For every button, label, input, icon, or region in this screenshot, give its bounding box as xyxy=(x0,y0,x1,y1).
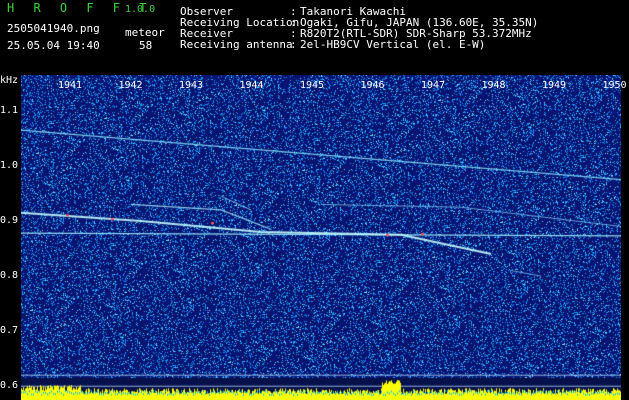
x-tick-label: 1950 xyxy=(602,80,627,91)
app-version: 1.0.0 xyxy=(125,4,156,15)
meteor-label: meteor xyxy=(125,26,165,39)
info-value-antenna: 2el-HB9CV Vertical (el. E-W) xyxy=(300,38,486,51)
x-tick-label: 1943 xyxy=(179,80,204,91)
y-tick-label: 1.0 xyxy=(0,159,19,171)
x-tick-label: 1944 xyxy=(239,80,264,91)
x-tick-label: 1946 xyxy=(360,80,385,91)
x-tick-label: 1949 xyxy=(542,80,567,91)
spectrogram-canvas xyxy=(21,75,621,400)
file-name: 2505041940.png xyxy=(7,22,100,35)
x-tick-label: 1945 xyxy=(300,80,325,91)
separator: : xyxy=(290,38,297,51)
x-tick-label: 1948 xyxy=(481,80,506,91)
y-tick-label: 0.7 xyxy=(0,325,19,337)
y-tick-label: 1.1 xyxy=(0,104,19,116)
x-tick-label: 1941 xyxy=(58,80,83,91)
hroft-screen: H R O F F T 1.0.0 2505041940.png meteor … xyxy=(0,0,629,400)
y-tick-label: 0.8 xyxy=(0,270,19,282)
x-tick-label: 1947 xyxy=(421,80,446,91)
date-time: 25.05.04 19:40 xyxy=(7,39,100,52)
info-label-antenna: Receiving antenna xyxy=(180,38,293,51)
meteor-count: 58 xyxy=(139,39,153,52)
y-axis-unit: kHz xyxy=(0,75,19,86)
y-tick-label: 0.9 xyxy=(0,214,19,226)
y-tick-label: 0.6 xyxy=(0,380,19,392)
x-tick-label: 1942 xyxy=(118,80,143,91)
